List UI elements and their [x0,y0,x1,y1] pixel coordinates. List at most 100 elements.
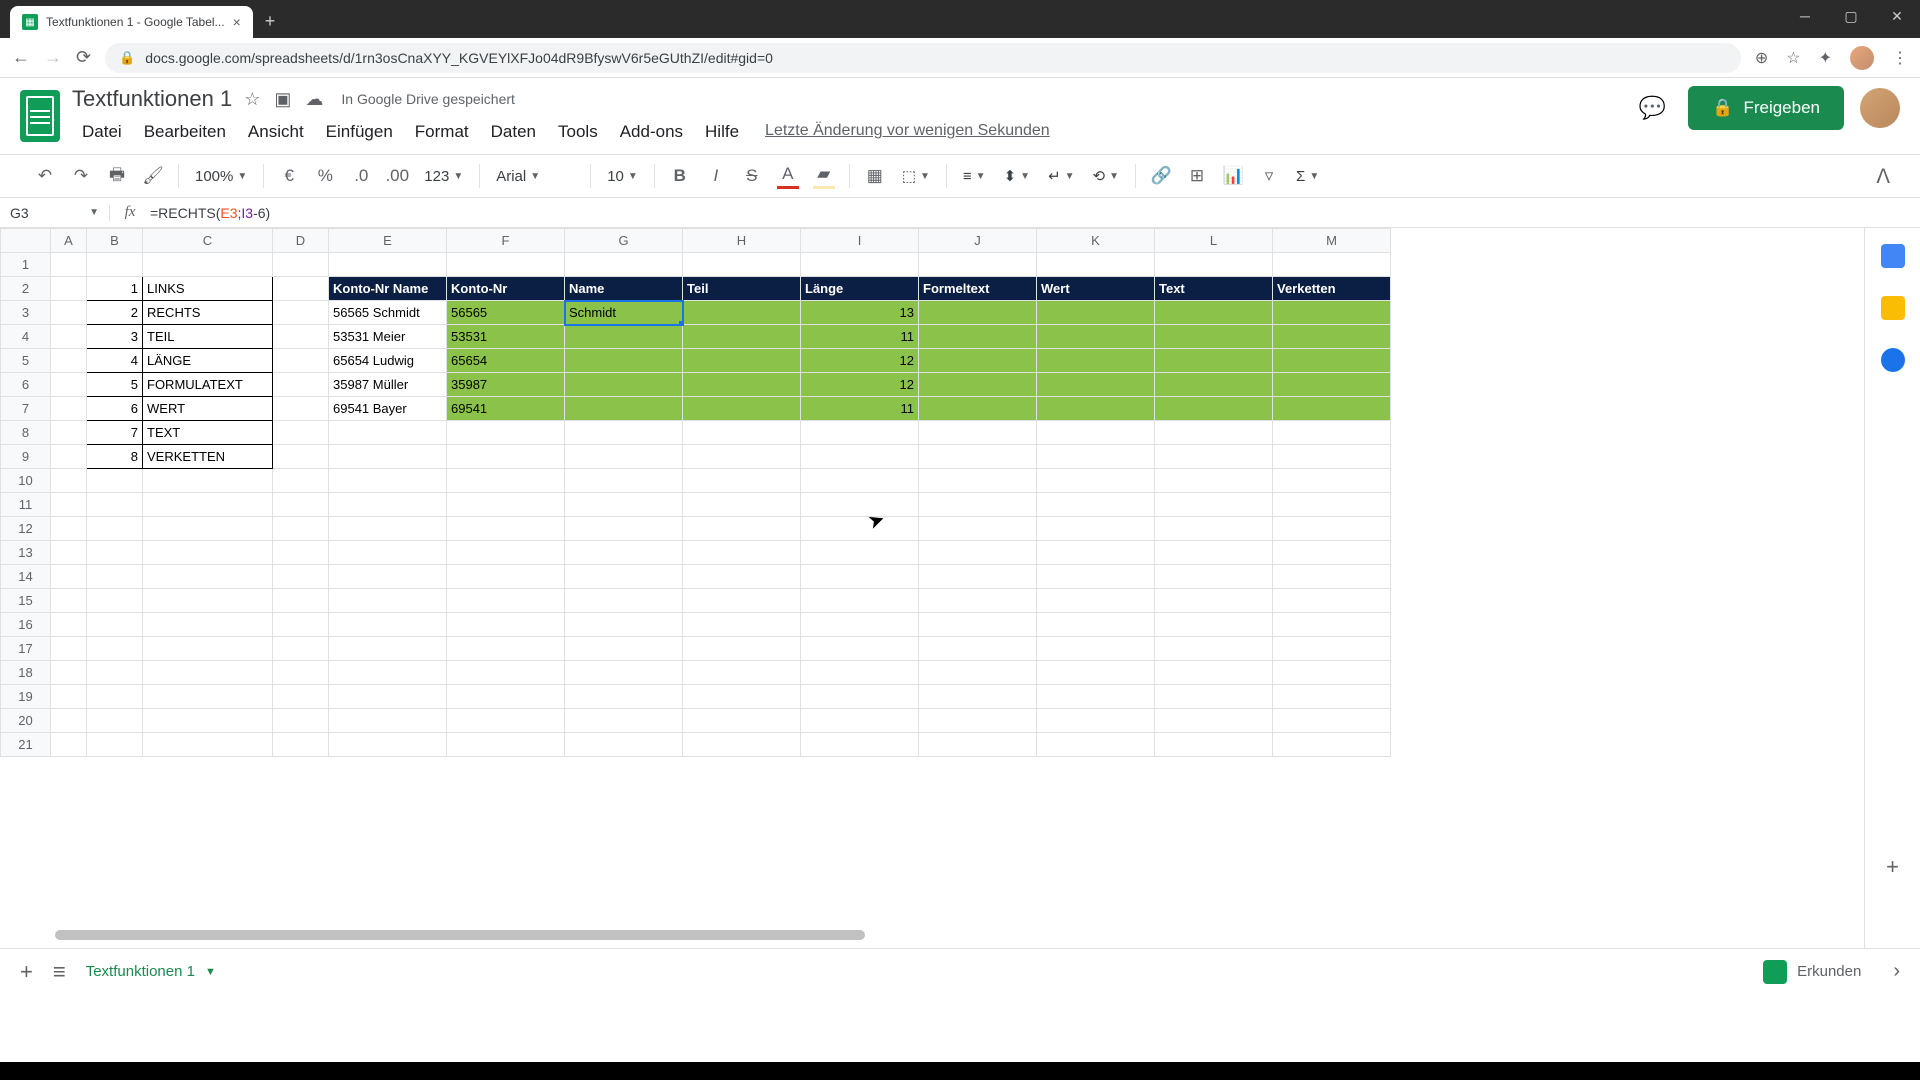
cell-B11[interactable] [87,493,143,517]
cell-L10[interactable] [1155,469,1273,493]
cell-H10[interactable] [683,469,801,493]
cell-H4[interactable] [683,325,801,349]
formula-bar[interactable]: =RECHTS(E3;I3-6) [150,205,1920,221]
sheet-tab[interactable]: Textfunktionen 1 ▼ [86,963,216,980]
cell-M19[interactable] [1273,685,1391,709]
increase-decimal-button[interactable]: .00 [382,161,412,191]
cell-L2[interactable]: Text [1155,277,1273,301]
cell-D1[interactable] [273,253,329,277]
cell-G10[interactable] [565,469,683,493]
cell-C7[interactable]: WERT [143,397,273,421]
cell-B19[interactable] [87,685,143,709]
close-window-button[interactable]: ✕ [1874,0,1920,32]
cell-I19[interactable] [801,685,919,709]
print-button[interactable]: 🖶 [102,161,132,191]
cell-G19[interactable] [565,685,683,709]
cell-M10[interactable] [1273,469,1391,493]
cell-C14[interactable] [143,565,273,589]
cell-C10[interactable] [143,469,273,493]
cell-L8[interactable] [1155,421,1273,445]
cell-A14[interactable] [51,565,87,589]
cell-B10[interactable] [87,469,143,493]
cell-L5[interactable] [1155,349,1273,373]
comment-button[interactable]: ⊞ [1182,161,1212,191]
cell-M1[interactable] [1273,253,1391,277]
cell-L9[interactable] [1155,445,1273,469]
cell-J2[interactable]: Formeltext [919,277,1037,301]
sheet-tab-menu-icon[interactable]: ▼ [205,966,216,978]
address-bar[interactable]: 🔒 docs.google.com/spreadsheets/d/1rn3osC… [105,43,1741,73]
cell-M18[interactable] [1273,661,1391,685]
cell-E19[interactable] [329,685,447,709]
cell-F7[interactable]: 69541 [447,397,565,421]
percent-button[interactable]: % [310,161,340,191]
cell-E11[interactable] [329,493,447,517]
cell-K4[interactable] [1037,325,1155,349]
cell-B7[interactable]: 6 [87,397,143,421]
h-align-button[interactable]: ≡▼ [957,168,992,185]
cell-E17[interactable] [329,637,447,661]
horizontal-scrollbar[interactable] [55,930,865,940]
cell-I6[interactable]: 12 [801,373,919,397]
cell-L20[interactable] [1155,709,1273,733]
cell-K7[interactable] [1037,397,1155,421]
cell-D21[interactable] [273,733,329,757]
cell-L7[interactable] [1155,397,1273,421]
maximize-button[interactable]: ▢ [1828,0,1874,32]
cell-C4[interactable]: TEIL [143,325,273,349]
cell-G7[interactable] [565,397,683,421]
cell-J6[interactable] [919,373,1037,397]
cell-H2[interactable]: Teil [683,277,801,301]
cell-I2[interactable]: Länge [801,277,919,301]
cell-E1[interactable] [329,253,447,277]
cell-F5[interactable]: 65654 [447,349,565,373]
cell-L14[interactable] [1155,565,1273,589]
fill-color-button[interactable]: ▰ [809,161,839,191]
currency-button[interactable]: € [274,161,304,191]
new-tab-button[interactable]: + [265,11,276,32]
cell-K20[interactable] [1037,709,1155,733]
cell-K9[interactable] [1037,445,1155,469]
cell-H20[interactable] [683,709,801,733]
cell-A20[interactable] [51,709,87,733]
cell-B15[interactable] [87,589,143,613]
undo-button[interactable]: ↶ [30,161,60,191]
cell-E4[interactable]: 53531 Meier [329,325,447,349]
cell-A3[interactable] [51,301,87,325]
cell-H15[interactable] [683,589,801,613]
cell-L15[interactable] [1155,589,1273,613]
col-header-H[interactable]: H [683,229,801,253]
cell-M12[interactable] [1273,517,1391,541]
cell-K6[interactable] [1037,373,1155,397]
cell-K8[interactable] [1037,421,1155,445]
row-header-21[interactable]: 21 [1,733,51,757]
cell-B16[interactable] [87,613,143,637]
cell-M4[interactable] [1273,325,1391,349]
cell-I12[interactable] [801,517,919,541]
close-tab-icon[interactable]: × [233,14,241,30]
chart-button[interactable]: 📊 [1218,161,1248,191]
row-header-7[interactable]: 7 [1,397,51,421]
row-header-8[interactable]: 8 [1,421,51,445]
cell-F1[interactable] [447,253,565,277]
row-header-13[interactable]: 13 [1,541,51,565]
cell-I14[interactable] [801,565,919,589]
cell-E7[interactable]: 69541 Bayer [329,397,447,421]
cell-D3[interactable] [273,301,329,325]
cell-F4[interactable]: 53531 [447,325,565,349]
col-header-C[interactable]: C [143,229,273,253]
cell-F2[interactable]: Konto-Nr [447,277,565,301]
cell-A16[interactable] [51,613,87,637]
cell-F15[interactable] [447,589,565,613]
forward-button[interactable]: → [44,47,62,68]
col-header-I[interactable]: I [801,229,919,253]
cell-J8[interactable] [919,421,1037,445]
row-header-4[interactable]: 4 [1,325,51,349]
cell-M13[interactable] [1273,541,1391,565]
menu-format[interactable]: Format [405,118,479,146]
cell-B8[interactable]: 7 [87,421,143,445]
cell-G3[interactable]: Schmidt [565,301,683,325]
filter-button[interactable]: ▿ [1254,161,1284,191]
row-header-6[interactable]: 6 [1,373,51,397]
cell-H7[interactable] [683,397,801,421]
